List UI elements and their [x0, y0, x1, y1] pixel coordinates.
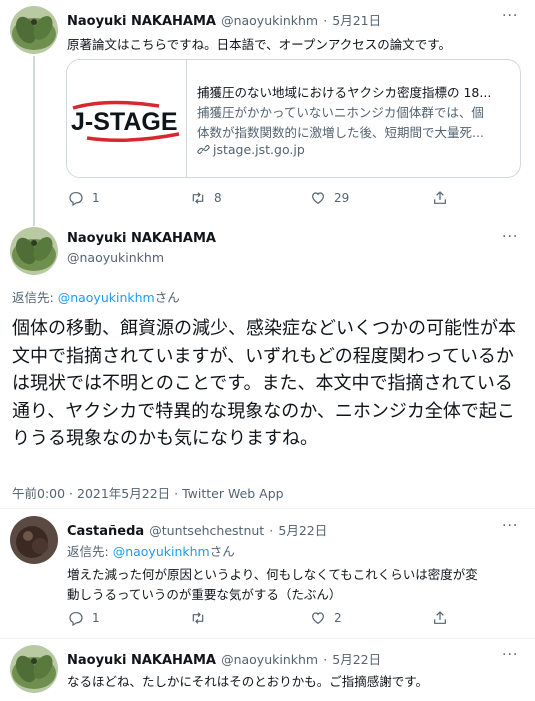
- link-icon: [197, 145, 210, 154]
- author-name[interactable]: Naoyuki NAKAHAMA: [67, 14, 216, 29]
- reply-to-suffix: さん: [154, 290, 180, 305]
- tweet-date[interactable]: 5月22日: [278, 523, 327, 538]
- tweet-text-line-2: 動しうるっていうのが重要な気がする（たぶん）: [67, 587, 342, 602]
- card-description-1: 捕獲圧がかかっていないニホンジカ個体群では、個: [197, 105, 484, 120]
- reply-button[interactable]: 1: [68, 190, 100, 206]
- author-handle[interactable]: @naoyukinkhm: [67, 250, 164, 265]
- share-button[interactable]: [432, 190, 448, 206]
- share-button[interactable]: [432, 610, 448, 626]
- avatar-leaf-icon: [10, 6, 58, 54]
- reply-count: 1: [92, 611, 100, 625]
- author-name[interactable]: Castañeda: [67, 524, 144, 539]
- reply-icon: [69, 612, 83, 626]
- avatar[interactable]: [10, 227, 58, 275]
- author-handle[interactable]: @tuntsehchestnut: [149, 523, 264, 538]
- reply-icon: [69, 192, 83, 206]
- retweet-count: 8: [214, 191, 222, 205]
- author-handle[interactable]: @naoyukinkhm: [221, 13, 318, 28]
- retweet-button[interactable]: 8: [190, 190, 222, 206]
- tweet-date[interactable]: 5月21日: [332, 13, 381, 28]
- reply-to-handle[interactable]: @naoyukinkhm: [113, 544, 210, 559]
- author-name[interactable]: Naoyuki NAKAHAMA: [67, 653, 216, 668]
- tweet-date[interactable]: 5月22日: [332, 652, 381, 667]
- avatar-leaf-icon: [10, 645, 58, 693]
- author-handle[interactable]: @naoyukinkhm: [221, 652, 318, 667]
- more-options-icon[interactable]: ···: [502, 229, 518, 245]
- author-name[interactable]: Naoyuki NAKAHAMA: [67, 231, 216, 246]
- avatar[interactable]: [10, 516, 58, 564]
- reply-to-suffix: さん: [209, 544, 235, 559]
- avatar-leaf-icon: [10, 227, 58, 275]
- separator: ·: [323, 652, 328, 667]
- reply-to-label: 返信先:: [67, 544, 113, 559]
- like-count: 2: [334, 611, 342, 625]
- svg-text:J-STAGE: J-STAGE: [71, 108, 178, 136]
- card-domain: jstage.jst.go.jp: [213, 142, 305, 157]
- tweet-text: 原著論文はこちらですね。日本語で、オープンアクセスの論文です。: [67, 37, 452, 52]
- card-description-2: 体数が指数関数的に激増した後、短期間で大量死...: [197, 125, 484, 140]
- retweet-icon: [192, 192, 204, 204]
- separator: ·: [269, 523, 274, 538]
- avatar-chestnut-icon: [10, 516, 58, 564]
- reply-button[interactable]: 1: [68, 610, 100, 626]
- heart-icon: [312, 612, 324, 625]
- divider: [0, 638, 535, 639]
- reply-count: 1: [92, 191, 100, 205]
- tweet-text: なるほどね、たしかにそれはそのとおりかも。ご指摘感謝です。: [67, 674, 429, 689]
- card-thumbnail: J-STAGE: [67, 60, 187, 177]
- retweet-icon: [192, 612, 204, 624]
- thread-line: [33, 56, 35, 226]
- avatar[interactable]: [10, 6, 58, 54]
- jstage-logo-icon: J-STAGE: [71, 100, 180, 142]
- tweet-text: 個体の移動、餌資源の減少、感染症などいくつかの可能性が本文中で指摘されていますが…: [12, 318, 516, 449]
- share-icon: [434, 611, 446, 624]
- like-count: 29: [334, 191, 350, 205]
- card-title: 捕獲圧のない地域におけるヤクシカ密度指標の 18...: [197, 85, 492, 100]
- reply-to-handle[interactable]: @naoyukinkhm: [58, 290, 155, 305]
- avatar[interactable]: [10, 645, 58, 693]
- link-card[interactable]: J-STAGE 捕獲圧のない地域におけるヤクシカ密度指標の 18... 捕獲圧が…: [66, 59, 521, 178]
- separator: ·: [323, 13, 328, 28]
- like-button[interactable]: 2: [310, 610, 342, 626]
- more-options-icon[interactable]: ···: [502, 647, 518, 663]
- share-icon: [434, 191, 446, 204]
- heart-icon: [312, 192, 324, 205]
- tweet-text-line-1: 増えた減った何が原因というより、何もしなくてもこれくらいは密度が変: [67, 567, 478, 582]
- more-options-icon[interactable]: ···: [502, 8, 518, 24]
- retweet-button[interactable]: [190, 610, 206, 626]
- tweet-meta[interactable]: 午前0:00 · 2021年5月22日 · Twitter Web App: [12, 483, 284, 502]
- reply-to-label: 返信先:: [12, 290, 58, 305]
- like-button[interactable]: 29: [310, 190, 349, 206]
- divider: [0, 508, 535, 509]
- more-options-icon[interactable]: ···: [502, 518, 518, 534]
